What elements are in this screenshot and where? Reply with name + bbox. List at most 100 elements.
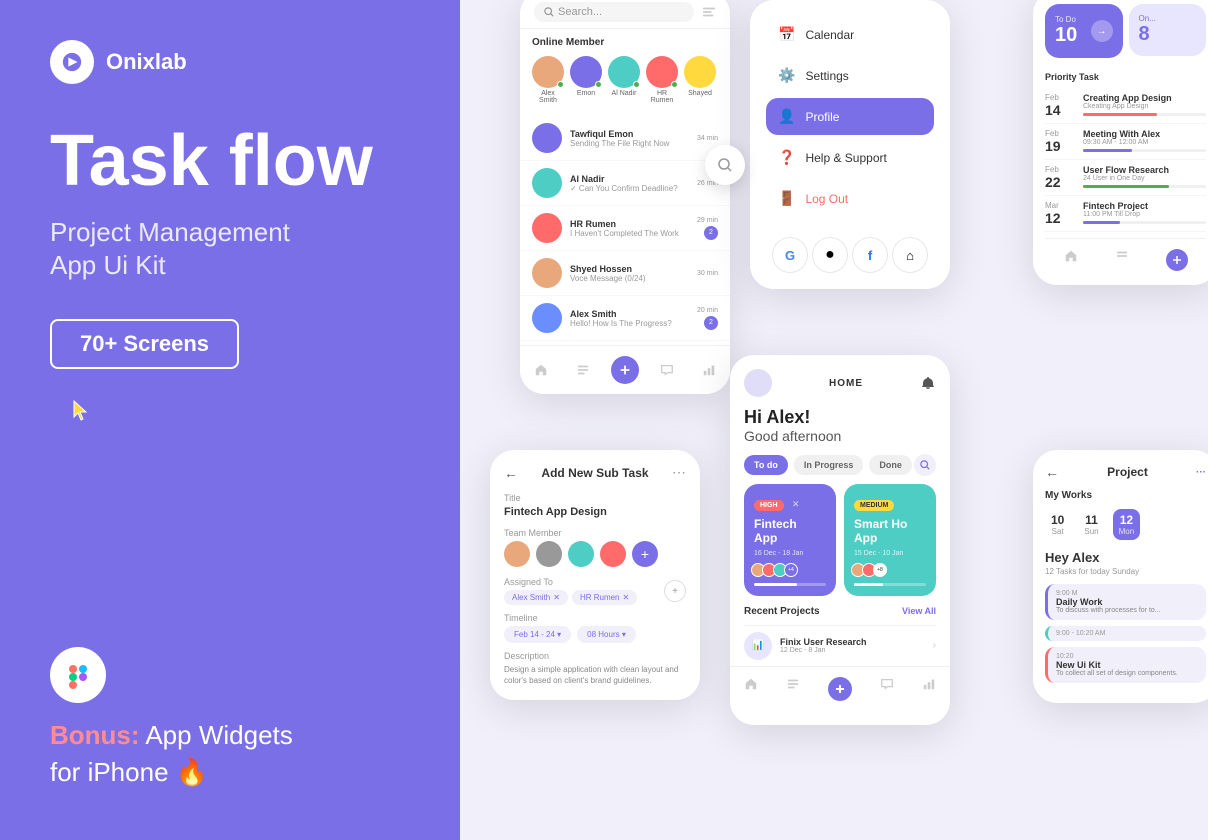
chat-nav[interactable]: [653, 356, 681, 384]
cal-add-btn[interactable]: [1166, 249, 1188, 271]
team-av: [504, 541, 530, 567]
npm-icon[interactable]: ●: [812, 237, 848, 273]
menu-item-profile[interactable]: 👤 Profile: [766, 98, 934, 135]
greeting-text: Hi Alex!: [744, 407, 936, 428]
arrow-icon: →: [1091, 20, 1113, 42]
search-placeholder: Search...: [558, 6, 602, 18]
event-sub: Ckeating App Design: [1083, 103, 1206, 110]
right-area: Search... Online Member Alex Smith Emon: [460, 0, 1208, 840]
todo-box: To Do 10 →: [1045, 4, 1123, 58]
home-social-icon[interactable]: ⌂: [892, 237, 928, 273]
done-box: On... 8: [1129, 4, 1207, 56]
add-member-button[interactable]: +: [632, 541, 658, 567]
home-header: HOME: [730, 355, 950, 403]
cal-bottom-nav: [1045, 238, 1206, 271]
chat-item[interactable]: Shyed Hossen Voce Message (0/24) 30 min: [520, 251, 730, 296]
done-num: 8: [1139, 23, 1156, 46]
date-item[interactable]: 10 Sat: [1045, 509, 1070, 540]
screens-badge: 70+ Screens: [50, 319, 239, 369]
fintech-card[interactable]: HIGH ✕ FintechApp 16 Dec - 18 Jan +4: [744, 484, 836, 596]
menu-settings-label: Settings: [805, 69, 848, 83]
proj-more[interactable]: ···: [1196, 467, 1206, 478]
fintech-dates: 16 Dec - 18 Jan: [754, 550, 826, 557]
assignee-chip[interactable]: HR Rumen ✕: [572, 590, 637, 605]
home-nav[interactable]: [527, 356, 555, 384]
left-panel: Onixlab Task flow Project Management App…: [0, 0, 460, 840]
fintech-title: FintechApp: [754, 517, 826, 546]
cal-item[interactable]: Feb 19 Meeting With Alex 09:30 AM - 12:0…: [1045, 124, 1206, 160]
date-item[interactable]: 11 Sun: [1078, 509, 1104, 540]
proj-phone-header: ← Project ···: [1045, 464, 1206, 480]
member-avatar: [646, 56, 678, 88]
desc-label: Description: [504, 651, 686, 661]
online-member-title: Online Member: [532, 37, 718, 48]
event-name: Meeting With Alex: [1083, 129, 1206, 139]
facebook-icon[interactable]: f: [852, 237, 888, 273]
menu-item-calendar[interactable]: 📅 Calendar: [766, 16, 934, 53]
proj-back-icon[interactable]: ←: [1045, 464, 1059, 480]
menu-item-settings[interactable]: ⚙️ Settings: [766, 57, 934, 94]
back-icon[interactable]: ←: [504, 465, 518, 481]
add-nav[interactable]: [611, 356, 639, 384]
menu-calendar-label: Calendar: [805, 28, 854, 42]
chat-item[interactable]: Tawfiqul Emon Sending The File Right Now…: [520, 116, 730, 161]
tasks-today: 12 Tasks for today Sunday: [1045, 567, 1206, 576]
team-av: [536, 541, 562, 567]
proj-icon: 📊: [744, 632, 772, 660]
schedule-item-3: 10:20 New Ui Kit To collect all set of d…: [1045, 647, 1206, 683]
search-bar[interactable]: Search...: [534, 2, 694, 22]
logout-icon: 🚪: [778, 190, 795, 207]
bonus-text: Bonus: App Widgetsfor iPhone 🔥: [50, 717, 410, 790]
more-icon[interactable]: ⋯: [672, 464, 686, 481]
date-item-active[interactable]: 12 Mon: [1113, 509, 1141, 540]
cal-item[interactable]: Feb 22 User Flow Research 24 User in One…: [1045, 160, 1206, 196]
chat-header: Search...: [520, 0, 730, 29]
schedule-item: 9:00 M Daily Work To discuss with proces…: [1045, 584, 1206, 620]
tab-inprogress[interactable]: In Progress: [794, 455, 864, 475]
tasks-nav[interactable]: [569, 356, 597, 384]
cal-item[interactable]: Feb 14 Creating App Design Ckeating App …: [1045, 88, 1206, 124]
figma-icon: [50, 647, 106, 703]
card-more: +8: [873, 563, 887, 577]
menu-phone-inner: 📅 Calendar ⚙️ Settings 👤 Profile ❓ Help …: [750, 0, 950, 217]
brand-name: Onixlab: [106, 49, 187, 75]
timeline-chip[interactable]: Feb 14 - 24 ▾: [504, 626, 571, 643]
chat-item[interactable]: Alex Smith Hello! How Is The Progress? 2…: [520, 296, 730, 341]
figma-section: Bonus: App Widgetsfor iPhone 🔥: [50, 647, 410, 790]
logo-row: Onixlab: [50, 40, 410, 84]
main-title: Task flow: [50, 124, 410, 200]
chat-item[interactable]: Al Nadir ✓ Can You Confirm Deadline? 26 …: [520, 161, 730, 206]
view-all[interactable]: View All: [902, 606, 936, 617]
calendar-phone: To Do 10 → On... 8 Priority Task Feb 14 …: [1033, 0, 1208, 285]
smart-card[interactable]: MEDIUM Smart HoApp 15 Dec - 10 Jan +8: [844, 484, 936, 596]
menu-item-help[interactable]: ❓ Help & Support: [766, 139, 934, 176]
schedule-desc: To discuss with processes for to...: [1056, 607, 1198, 614]
tab-done[interactable]: Done: [869, 455, 912, 475]
assignee-chip[interactable]: Alex Smith ✕: [504, 590, 568, 605]
team-avatars: +: [504, 541, 686, 567]
member-avatar: [608, 56, 640, 88]
proj-phone-title: Project: [1107, 465, 1148, 479]
hours-chip[interactable]: 08 Hours ▾: [577, 626, 636, 643]
menu-help-label: Help & Support: [805, 151, 886, 165]
project-item[interactable]: 📊 Finix User Research 12 Dec - 8 Jan ›: [744, 625, 936, 666]
home-title: HOME: [829, 378, 863, 389]
title-value: Fintech App Design: [504, 506, 686, 518]
tab-todo[interactable]: To do: [744, 455, 788, 475]
cal-item[interactable]: Mar 12 Fintech Project 11:00 PM Till Dro…: [1045, 196, 1206, 232]
schedule-item-2: 9:00 - 10:20 AM: [1045, 626, 1206, 641]
assign-action[interactable]: +: [664, 580, 686, 602]
float-circle: [705, 145, 745, 185]
chat-item[interactable]: HR Rumen I Haven't Completed The Work 29…: [520, 206, 730, 251]
menu-phone: 📅 Calendar ⚙️ Settings 👤 Profile ❓ Help …: [750, 0, 950, 289]
google-icon[interactable]: G: [772, 237, 808, 273]
home-greeting: Hi Alex! Good afternoon: [730, 403, 950, 454]
event-name: Fintech Project: [1083, 201, 1206, 211]
member-avatars: Alex Smith Emon Al Nadir: [532, 56, 718, 104]
stats-nav[interactable]: [695, 356, 723, 384]
assign-row: Assigned To Alex Smith ✕ HR Rumen ✕ +: [504, 577, 686, 605]
menu-item-logout[interactable]: 🚪 Log Out: [766, 180, 934, 217]
subgreeting-text: Good afternoon: [744, 428, 936, 444]
priority-label: Priority Task: [1045, 72, 1206, 82]
event-sub: 11:00 PM Till Drop: [1083, 211, 1206, 218]
